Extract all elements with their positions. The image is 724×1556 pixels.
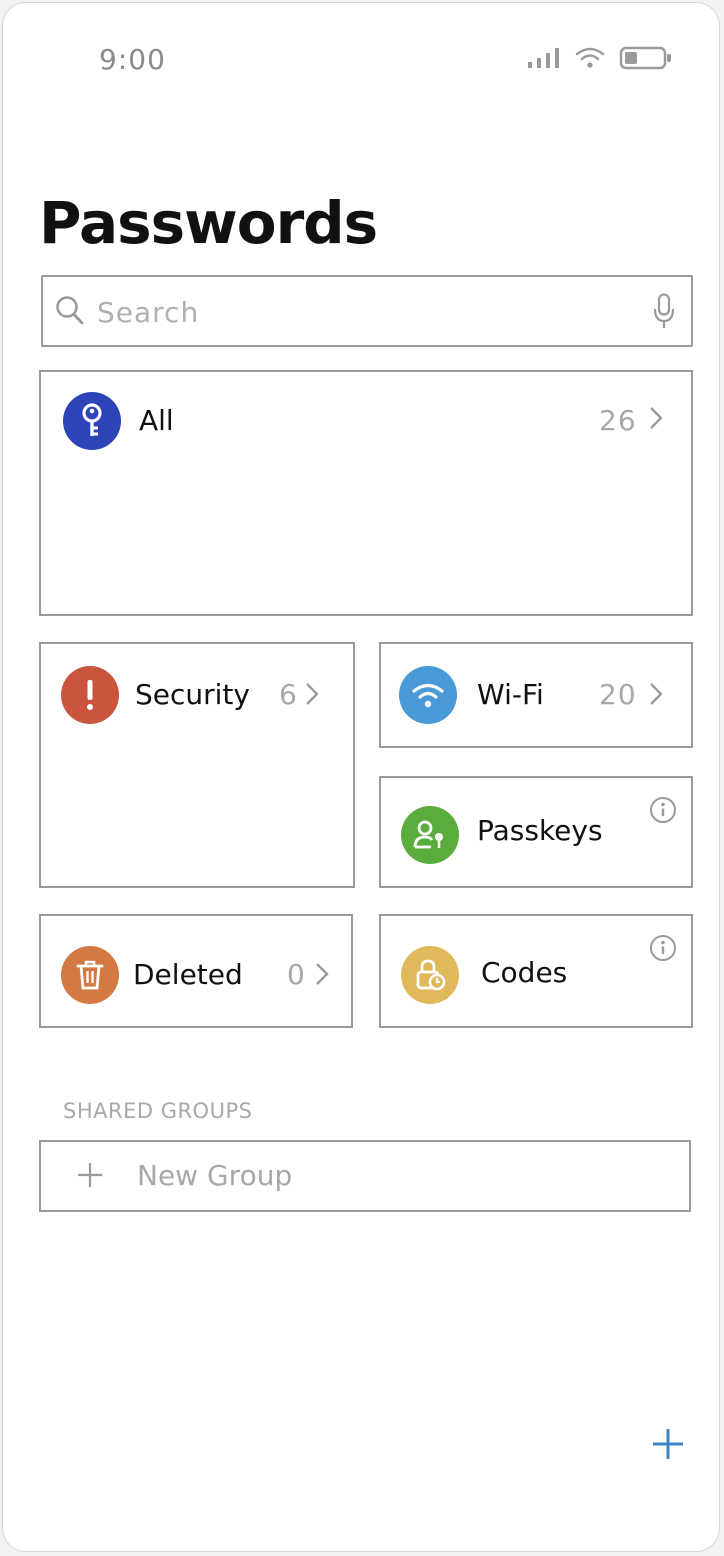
wifi-label: Wi-Fi — [477, 678, 544, 711]
category-tile-codes[interactable]: Codes — [379, 914, 693, 1028]
lock-clock-icon — [416, 959, 446, 991]
category-tile-wifi[interactable]: Wi-Fi 20 — [379, 642, 693, 748]
all-badge — [63, 392, 121, 450]
deleted-count: 0 — [287, 958, 306, 991]
new-group-button[interactable]: New Group — [39, 1140, 691, 1212]
exclamation-icon — [87, 680, 93, 710]
codes-badge — [401, 946, 459, 1004]
security-label: Security — [135, 678, 250, 711]
security-count: 6 — [279, 678, 298, 711]
microphone-icon[interactable] — [653, 293, 675, 331]
wifi-status-icon — [575, 47, 605, 68]
passkeys-label: Passkeys — [477, 814, 603, 847]
phone-screen: 9:00 Passwords Search All 26 Security 6 … — [2, 2, 720, 1552]
chevron-right-icon — [316, 963, 329, 985]
all-count: 26 — [599, 404, 637, 437]
trash-icon — [76, 960, 104, 990]
chevron-right-icon — [650, 683, 663, 705]
plus-icon — [78, 1163, 102, 1187]
codes-label: Codes — [481, 956, 568, 989]
security-badge — [61, 666, 119, 724]
status-icons — [527, 45, 673, 71]
add-password-button[interactable] — [651, 1427, 685, 1461]
info-icon[interactable] — [649, 796, 677, 824]
deleted-badge — [61, 946, 119, 1004]
key-icon — [82, 403, 102, 436]
all-label: All — [139, 404, 174, 437]
search-input[interactable] — [95, 291, 619, 333]
category-tile-deleted[interactable]: Deleted 0 — [39, 914, 353, 1028]
cellular-signal-icon — [528, 48, 559, 68]
wifi-badge — [399, 666, 457, 724]
chevron-right-icon — [650, 407, 663, 429]
shared-groups-heading: SHARED GROUPS — [63, 1099, 253, 1123]
search-icon — [56, 296, 84, 325]
category-tile-passkeys[interactable]: Passkeys — [379, 776, 693, 888]
category-tile-all[interactable]: All 26 — [39, 370, 693, 616]
page-title: Passwords — [39, 189, 378, 257]
info-icon[interactable] — [649, 934, 677, 962]
battery-icon — [619, 46, 671, 70]
wifi-icon — [412, 683, 444, 708]
chevron-right-icon — [306, 683, 319, 705]
search-bar[interactable] — [41, 275, 693, 347]
status-time: 9:00 — [99, 43, 166, 76]
passkeys-badge — [401, 806, 459, 864]
wifi-count: 20 — [599, 678, 637, 711]
new-group-label: New Group — [137, 1159, 293, 1192]
person-key-icon — [413, 820, 443, 849]
category-tile-security[interactable]: Security 6 — [39, 642, 355, 888]
deleted-label: Deleted — [133, 958, 243, 991]
